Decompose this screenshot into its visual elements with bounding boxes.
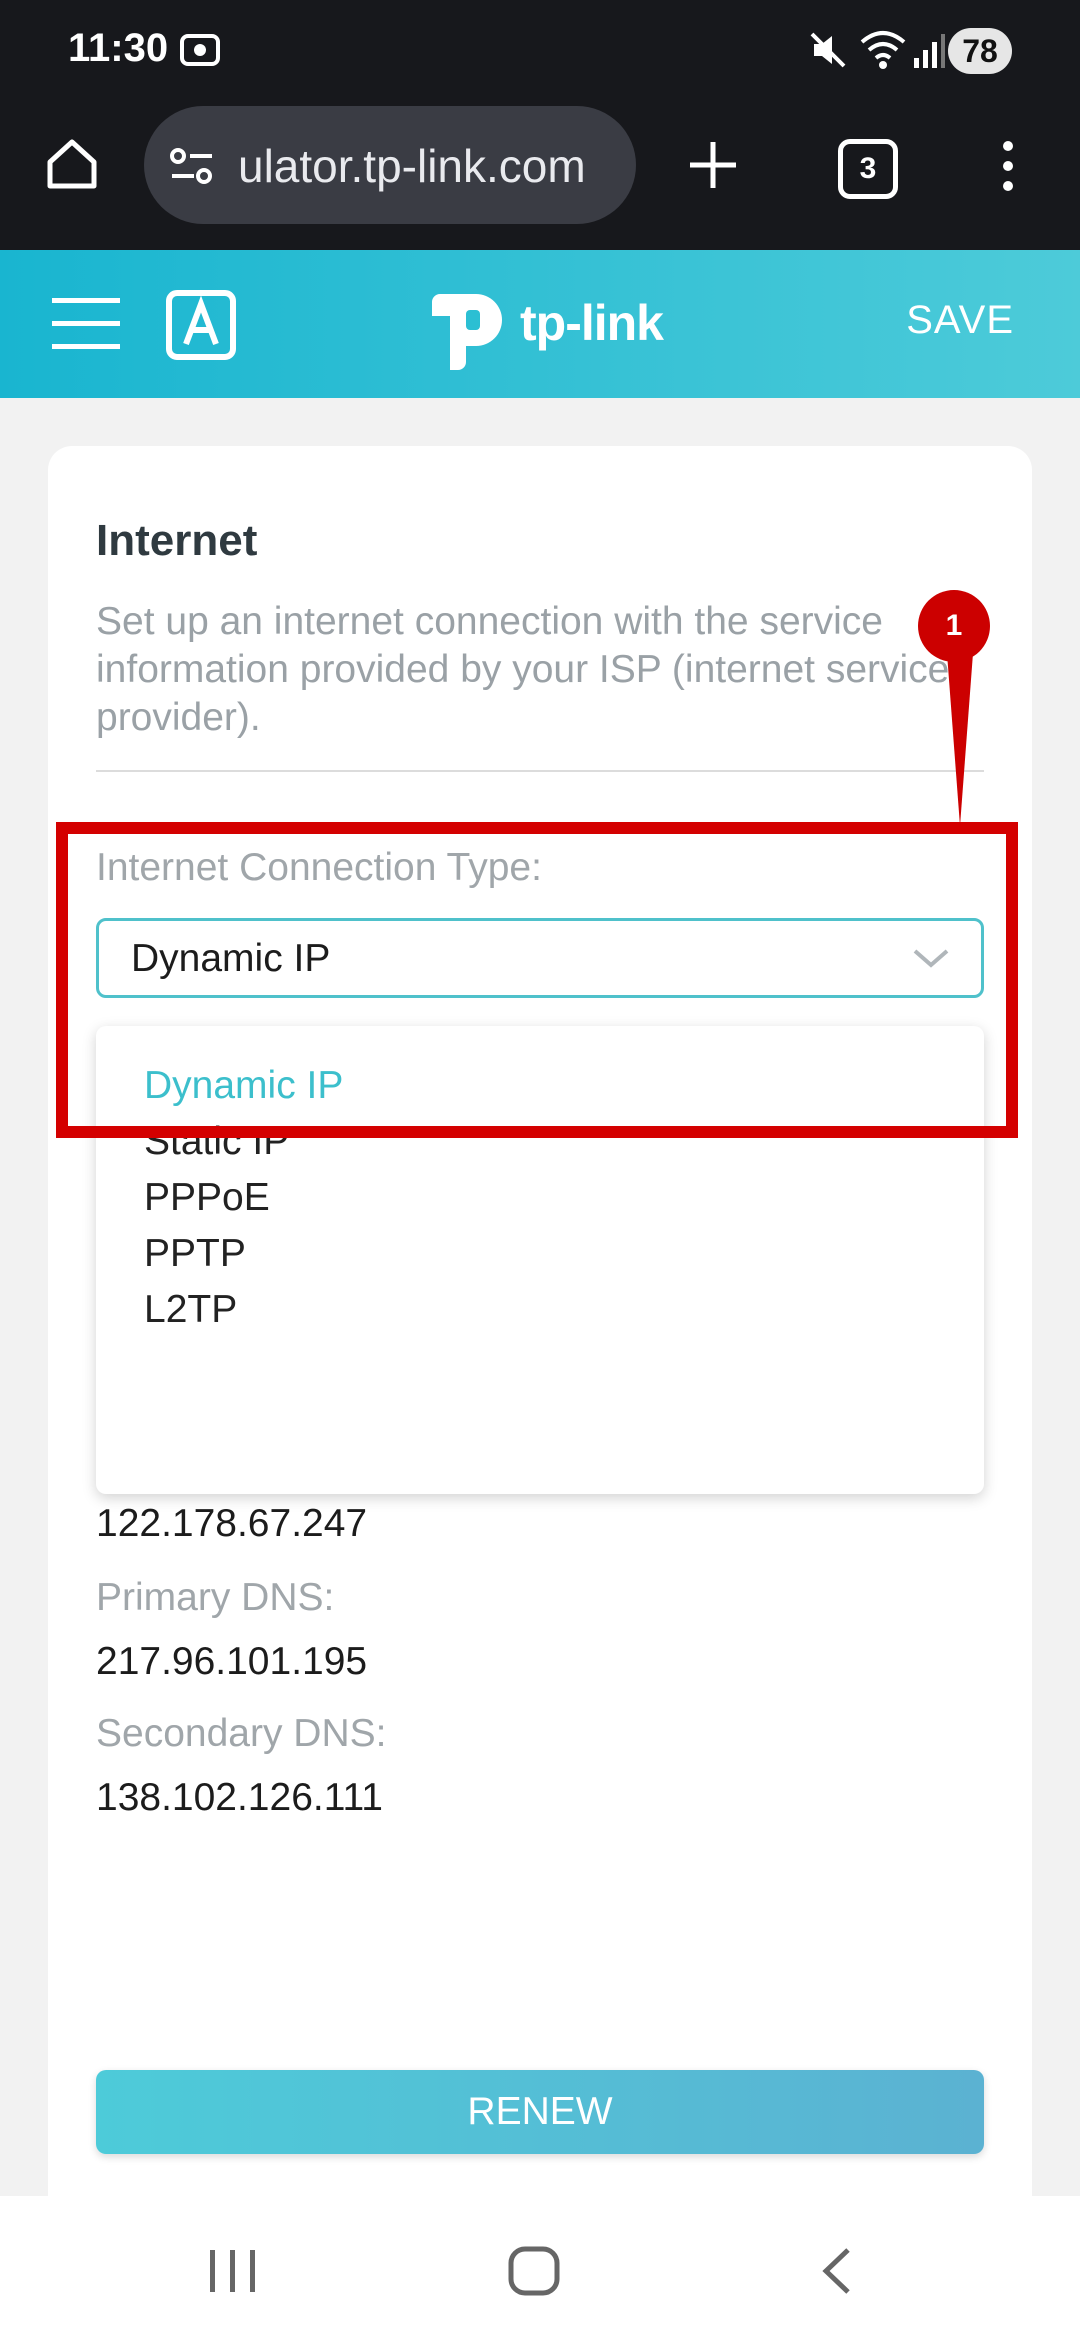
- accessibility-icon[interactable]: [166, 290, 236, 365]
- back-icon[interactable]: [818, 2246, 854, 2301]
- battery-indicator: 78: [948, 28, 1012, 74]
- primary-dns-value: 217.96.101.195: [96, 1640, 368, 1683]
- internet-card: Internet Set up an internet connection w…: [48, 446, 1032, 2266]
- url-text: ulator.tp-link.com: [238, 140, 586, 192]
- secondary-dns-label: Secondary DNS:: [96, 1712, 387, 1755]
- wifi-icon: [858, 28, 908, 77]
- renew-button[interactable]: RENEW: [96, 2070, 984, 2154]
- tab-switcher-button[interactable]: 3: [838, 139, 898, 199]
- home-icon[interactable]: [44, 136, 100, 197]
- app-header: tp-link SAVE: [0, 250, 1080, 398]
- system-nav-bar: [0, 2196, 1080, 2340]
- tp-link-logo: [420, 280, 516, 377]
- home-nav-icon[interactable]: [508, 2246, 560, 2301]
- hamburger-icon[interactable]: [52, 294, 122, 359]
- url-bar[interactable]: ulator.tp-link.com: [144, 106, 636, 224]
- primary-dns-label: Primary DNS:: [96, 1576, 335, 1619]
- option-l2tp[interactable]: L2TP: [144, 1288, 237, 1332]
- browser-toolbar: ulator.tp-link.com 3: [0, 100, 1080, 250]
- section-description: Set up an internet connection with the s…: [96, 600, 950, 739]
- recents-icon[interactable]: [208, 2248, 258, 2299]
- status-bar: 11:30 78: [0, 0, 1080, 100]
- secondary-dns-value: 138.102.126.111: [96, 1776, 383, 1819]
- pointer-arrow: [946, 640, 974, 826]
- section-title: Internet: [96, 516, 258, 565]
- brand-text: tp-link: [520, 295, 664, 351]
- screenshot-icon: [178, 30, 222, 75]
- option-pptp[interactable]: PPTP: [144, 1232, 246, 1276]
- option-pppoe[interactable]: PPPoE: [144, 1176, 270, 1220]
- menu-icon[interactable]: [998, 138, 1018, 199]
- default-gateway-value: 122.178.67.247: [96, 1502, 368, 1545]
- signal-icon: [912, 28, 946, 77]
- status-time: 11:30: [68, 26, 169, 70]
- highlight-box: [56, 822, 1018, 1138]
- new-tab-icon[interactable]: [688, 140, 738, 195]
- save-button[interactable]: SAVE: [906, 298, 1014, 343]
- site-settings-icon[interactable]: [168, 146, 216, 191]
- step-badge: 1: [918, 590, 990, 662]
- divider: [96, 770, 984, 772]
- silent-icon: [806, 28, 850, 77]
